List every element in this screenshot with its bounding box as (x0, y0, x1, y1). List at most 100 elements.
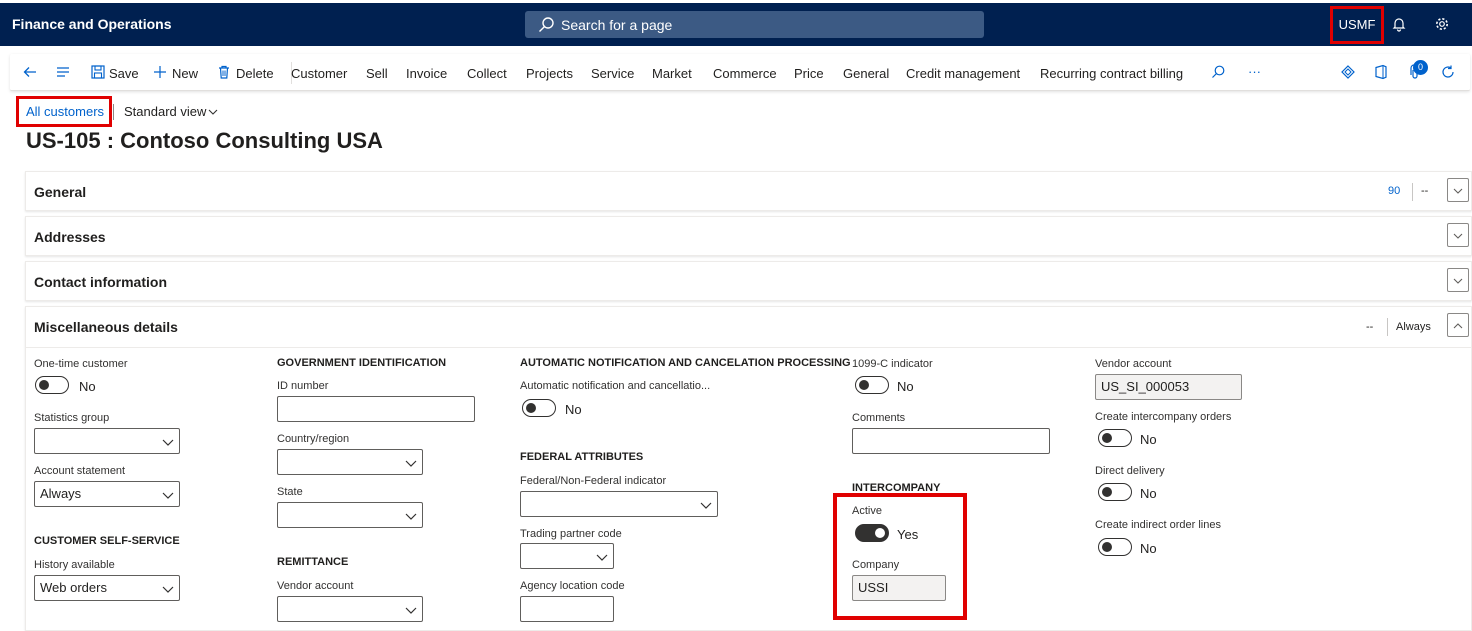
remittance-heading: REMITTANCE (277, 556, 349, 568)
chevron-down-icon (162, 439, 174, 446)
one-time-customer-toggle[interactable] (35, 376, 69, 394)
summary-divider (1387, 318, 1388, 336)
vendor-account-field[interactable]: US_SI_000053 (1095, 374, 1242, 400)
office-icon[interactable] (1373, 64, 1389, 80)
refresh-icon[interactable] (1440, 64, 1456, 80)
chevron-down-icon (162, 586, 174, 593)
1099c-indicator-toggle[interactable] (855, 376, 889, 394)
direct-delivery-toggle[interactable] (1098, 483, 1132, 501)
action-pane: Save New Delete Customer Sell Invoice Co… (10, 54, 1470, 91)
toggle-knob (1102, 487, 1112, 497)
id-number-input[interactable] (277, 396, 475, 422)
chevron-down-icon (700, 502, 712, 509)
toggle-knob (859, 380, 869, 390)
trading-partner-code-label: Trading partner code (520, 528, 622, 540)
create-intercompany-orders-toggle[interactable] (1098, 429, 1132, 447)
bell-icon[interactable] (1391, 16, 1407, 32)
id-number-label: ID number (277, 380, 329, 392)
search-icon[interactable] (1210, 64, 1226, 80)
search-page-box[interactable]: Search for a page (525, 11, 984, 38)
menu-market[interactable]: Market (652, 66, 692, 81)
all-customers-link[interactable]: All customers (26, 104, 104, 119)
fasttab-contact-expand-button[interactable] (1447, 268, 1469, 292)
direct-delivery-label: Direct delivery (1095, 465, 1165, 477)
fasttab-contact-title: Contact information (34, 274, 167, 290)
remittance-vendor-account-label: Vendor account (277, 580, 354, 592)
chevron-down-icon (1453, 278, 1463, 284)
remittance-vendor-account-select[interactable] (277, 596, 423, 622)
state-select[interactable] (277, 502, 423, 528)
create-indirect-order-lines-toggle[interactable] (1098, 538, 1132, 556)
automatic-notification-label: Automatic notification and cancellatio..… (520, 380, 711, 392)
menu-sell[interactable]: Sell (366, 66, 388, 81)
1099c-indicator-label: 1099-C indicator (852, 358, 933, 370)
attachments-count-badge: 0 (1413, 60, 1428, 75)
agency-location-code-input[interactable] (520, 596, 614, 622)
save-button[interactable]: Save (109, 66, 139, 81)
menu-general[interactable]: General (843, 66, 889, 81)
hamburger-menu-icon[interactable] (55, 64, 71, 80)
app-title[interactable]: Finance and Operations (12, 16, 171, 32)
history-available-value: Web orders (40, 580, 107, 595)
comments-input[interactable] (852, 428, 1050, 454)
menu-customer[interactable]: Customer (291, 66, 347, 81)
gear-icon[interactable] (1434, 16, 1450, 32)
one-time-customer-value: No (79, 379, 96, 394)
trading-partner-code-select[interactable] (520, 543, 614, 569)
chevron-down-icon (208, 109, 218, 115)
save-icon (91, 65, 105, 79)
fasttab-addresses-title: Addresses (34, 229, 106, 245)
top-nav-bar: Finance and Operations Search for a page… (0, 3, 1472, 46)
toggle-knob (1102, 433, 1112, 443)
federal-indicator-label: Federal/Non-Federal indicator (520, 475, 667, 487)
automatic-notification-toggle[interactable] (522, 399, 556, 417)
fasttab-header-divider (26, 347, 1472, 348)
menu-invoice[interactable]: Invoice (406, 66, 447, 81)
toggle-knob (526, 403, 536, 413)
menu-projects[interactable]: Projects (526, 66, 573, 81)
country-region-select[interactable] (277, 449, 423, 475)
fasttab-addresses-expand-button[interactable] (1447, 223, 1469, 247)
fasttab-addresses[interactable]: Addresses (25, 216, 1472, 256)
menu-service[interactable]: Service (591, 66, 634, 81)
menu-price[interactable]: Price (794, 66, 824, 81)
new-button[interactable]: New (172, 66, 198, 81)
back-arrow-icon[interactable] (22, 64, 38, 80)
chevron-down-icon (596, 554, 608, 561)
view-selector-label: Standard view (124, 104, 207, 119)
statistics-group-select[interactable] (34, 428, 180, 454)
fasttab-misc-collapse-button[interactable] (1447, 313, 1469, 337)
1099c-indicator-value: No (897, 379, 914, 394)
one-time-customer-label: One-time customer (34, 358, 128, 370)
history-available-select[interactable]: Web orders (34, 575, 180, 601)
automatic-notification-value: No (565, 402, 582, 417)
chevron-down-icon (405, 607, 417, 614)
more-options-button[interactable]: ··· (1248, 64, 1261, 79)
menu-credit-management[interactable]: Credit management (906, 66, 1020, 81)
misc-summary-value: -- (1366, 321, 1374, 333)
government-identification-heading: GOVERNMENT IDENTIFICATION (277, 357, 447, 369)
fasttab-miscellaneous-details: Miscellaneous details -- Always (25, 306, 1472, 631)
automatic-notification-heading: AUTOMATIC NOTIFICATION AND CANCELATION P… (520, 357, 851, 369)
fasttab-general-expand-button[interactable] (1447, 178, 1469, 202)
agency-location-code-label: Agency location code (520, 580, 625, 592)
menu-recurring-contract-billing[interactable]: Recurring contract billing (1040, 66, 1183, 81)
chevron-down-icon (1453, 188, 1463, 194)
delete-button[interactable]: Delete (236, 66, 274, 81)
general-summary-value-2: -- (1421, 185, 1429, 197)
account-statement-select[interactable]: Always (34, 481, 180, 507)
menu-collect[interactable]: Collect (467, 66, 507, 81)
chevron-up-icon (1453, 323, 1463, 329)
federal-indicator-select[interactable] (520, 491, 718, 517)
company-picker[interactable]: USMF (1330, 6, 1384, 44)
view-selector[interactable]: Standard view (124, 104, 218, 119)
menu-commerce[interactable]: Commerce (713, 66, 777, 81)
search-placeholder: Search for a page (561, 17, 673, 33)
fasttab-general[interactable]: General 90 -- (25, 171, 1472, 211)
toggle-knob (1102, 542, 1112, 552)
fasttab-contact-information[interactable]: Contact information (25, 261, 1472, 301)
chevron-down-icon (405, 513, 417, 520)
diamond-icon[interactable] (1340, 64, 1356, 80)
fasttab-general-title: General (34, 184, 87, 200)
misc-summary-value-2: Always (1396, 321, 1431, 333)
